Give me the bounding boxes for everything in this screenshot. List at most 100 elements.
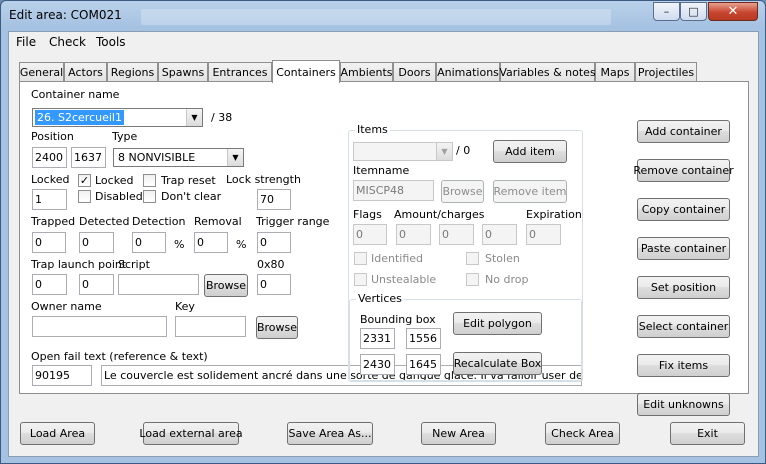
lock-strength-input[interactable]: 70 (257, 189, 291, 210)
bbox-y2-input[interactable]: 1645 (406, 354, 441, 375)
add-item-button[interactable]: Add item (493, 140, 567, 163)
trapped-label: Trapped (31, 215, 76, 228)
save-area-as-button[interactable]: Save Area As... (287, 422, 373, 445)
disabled-checkbox[interactable] (78, 190, 91, 203)
item-select[interactable]: ▼ (353, 142, 453, 161)
type-select[interactable]: 8 NONVISIBLE ▼ (113, 148, 244, 167)
detected-input[interactable]: 0 (79, 232, 114, 253)
bbox-x1-input[interactable]: 2331 (360, 328, 395, 349)
bbox-y1-input[interactable]: 1556 (406, 328, 441, 349)
recalculate-box-button[interactable]: Recalculate Box (453, 352, 542, 375)
tab-actors[interactable]: Actors (64, 62, 107, 82)
maximize-icon: □ (688, 5, 699, 18)
itemname-label: Itemname (353, 164, 410, 177)
edit-polygon-button[interactable]: Edit polygon (453, 312, 542, 335)
position-x-input[interactable]: 2400 (32, 147, 67, 168)
items-group: Items ▼ / 0 Add item Itemname MISCP48 Br… (348, 123, 583, 382)
add-container-button[interactable]: Add container (637, 120, 730, 143)
amount2-input[interactable]: 0 (439, 224, 474, 245)
tab-spawns[interactable]: Spawns (158, 62, 208, 82)
position-y-input[interactable]: 1637 (71, 147, 106, 168)
chevron-down-icon: ▼ (227, 149, 243, 166)
dont-clear-checkbox[interactable] (143, 190, 156, 203)
no-drop-label: No drop (485, 273, 529, 286)
load-external-area-button[interactable]: Load external area (139, 422, 243, 445)
detection-input[interactable]: 0 (132, 232, 166, 253)
dont-clear-label: Don't clear (161, 190, 222, 203)
tab-regions[interactable]: Regions (107, 62, 158, 82)
trapped-input[interactable]: 0 (32, 232, 66, 253)
container-count: / 38 (211, 111, 233, 124)
tab-projectiles[interactable]: Projectiles (635, 62, 697, 82)
item-browse-button[interactable]: Browse (441, 180, 484, 203)
no-drop-checkbox[interactable] (466, 273, 479, 286)
owner-name-label: Owner name (31, 300, 102, 313)
remove-container-button[interactable]: Remove container (633, 159, 734, 182)
title-bar[interactable]: Edit area: COM021 – □ ✕ (1, 1, 765, 31)
identified-label: Identified (371, 252, 424, 265)
new-area-button[interactable]: New Area (421, 422, 496, 445)
edit-unknowns-button[interactable]: Edit unknowns (637, 393, 730, 416)
container-select[interactable]: 26. S2cercueil1 ▼ (32, 108, 203, 127)
minimize-button[interactable]: – (653, 2, 680, 21)
exit-button[interactable]: Exit (670, 422, 745, 445)
trap-reset-checkbox[interactable] (143, 174, 156, 187)
detection-percent: % (174, 238, 185, 251)
script-input[interactable] (118, 274, 199, 295)
disabled-label: Disabled (95, 190, 143, 203)
amount1-input[interactable]: 0 (396, 224, 431, 245)
copy-container-button[interactable]: Copy container (637, 198, 730, 221)
stolen-checkbox[interactable] (466, 252, 479, 265)
amount3-input[interactable]: 0 (482, 224, 517, 245)
load-area-button[interactable]: Load Area (20, 422, 95, 445)
paste-container-button[interactable]: Paste container (637, 237, 730, 260)
stolen-label: Stolen (485, 252, 520, 265)
locked-label: Locked (31, 173, 70, 186)
tab-maps[interactable]: Maps (595, 62, 635, 82)
flags-label: Flags (353, 208, 382, 221)
checkmark-icon: ✓ (79, 174, 90, 187)
fix-items-button[interactable]: Fix items (637, 354, 730, 377)
position-label: Position (31, 130, 74, 143)
locked-checkbox[interactable]: ✓ (78, 174, 91, 187)
expiration-label: Expiration (526, 208, 582, 221)
check-area-button[interactable]: Check Area (545, 422, 620, 445)
set-position-button[interactable]: Set position (637, 276, 730, 299)
hex-input[interactable]: 0 (257, 274, 291, 295)
tab-ambients[interactable]: Ambients (340, 62, 393, 82)
removal-label: Removal (194, 215, 242, 228)
identified-checkbox[interactable] (354, 252, 367, 265)
menu-tools[interactable]: Tools (96, 35, 126, 49)
container-select-value: 26. S2cercueil1 (35, 110, 124, 125)
client-area: File Check Tools General Actors Regions … (8, 31, 759, 457)
open-fail-ref-input[interactable]: 90195 (32, 365, 92, 386)
tab-doors[interactable]: Doors (393, 62, 436, 82)
removal-input[interactable]: 0 (194, 232, 228, 253)
script-browse-button[interactable]: Browse (204, 274, 248, 297)
itemname-input[interactable]: MISCP48 (353, 180, 434, 201)
locked-input[interactable]: 1 (32, 189, 67, 210)
select-container-button[interactable]: Select container (637, 315, 730, 338)
remove-item-button[interactable]: Remove item (493, 180, 567, 203)
trap-launch-x-input[interactable]: 0 (32, 274, 67, 295)
key-browse-button[interactable]: Browse (256, 316, 298, 339)
chevron-down-icon: ▼ (436, 143, 452, 160)
key-input[interactable] (175, 316, 246, 337)
tab-variables-notes[interactable]: Variables & notes (499, 62, 596, 82)
tab-entrances[interactable]: Entrances (208, 62, 272, 82)
unstealable-checkbox[interactable] (354, 273, 367, 286)
menu-file[interactable]: File (16, 35, 36, 49)
close-button[interactable]: ✕ (708, 2, 758, 21)
tab-containers[interactable]: Containers (272, 60, 340, 83)
trap-launch-y-input[interactable]: 0 (79, 274, 114, 295)
menu-check[interactable]: Check (49, 35, 86, 49)
script-label: Script (118, 258, 150, 271)
bbox-x2-input[interactable]: 2430 (360, 354, 395, 375)
tab-animations[interactable]: Animations (436, 62, 500, 82)
trigger-range-input[interactable]: 0 (257, 232, 291, 253)
tab-general[interactable]: General (19, 62, 64, 82)
expiration-input[interactable]: 0 (526, 224, 561, 245)
maximize-button[interactable]: □ (680, 2, 707, 21)
flags-input[interactable]: 0 (353, 224, 387, 245)
owner-name-input[interactable] (32, 316, 167, 337)
